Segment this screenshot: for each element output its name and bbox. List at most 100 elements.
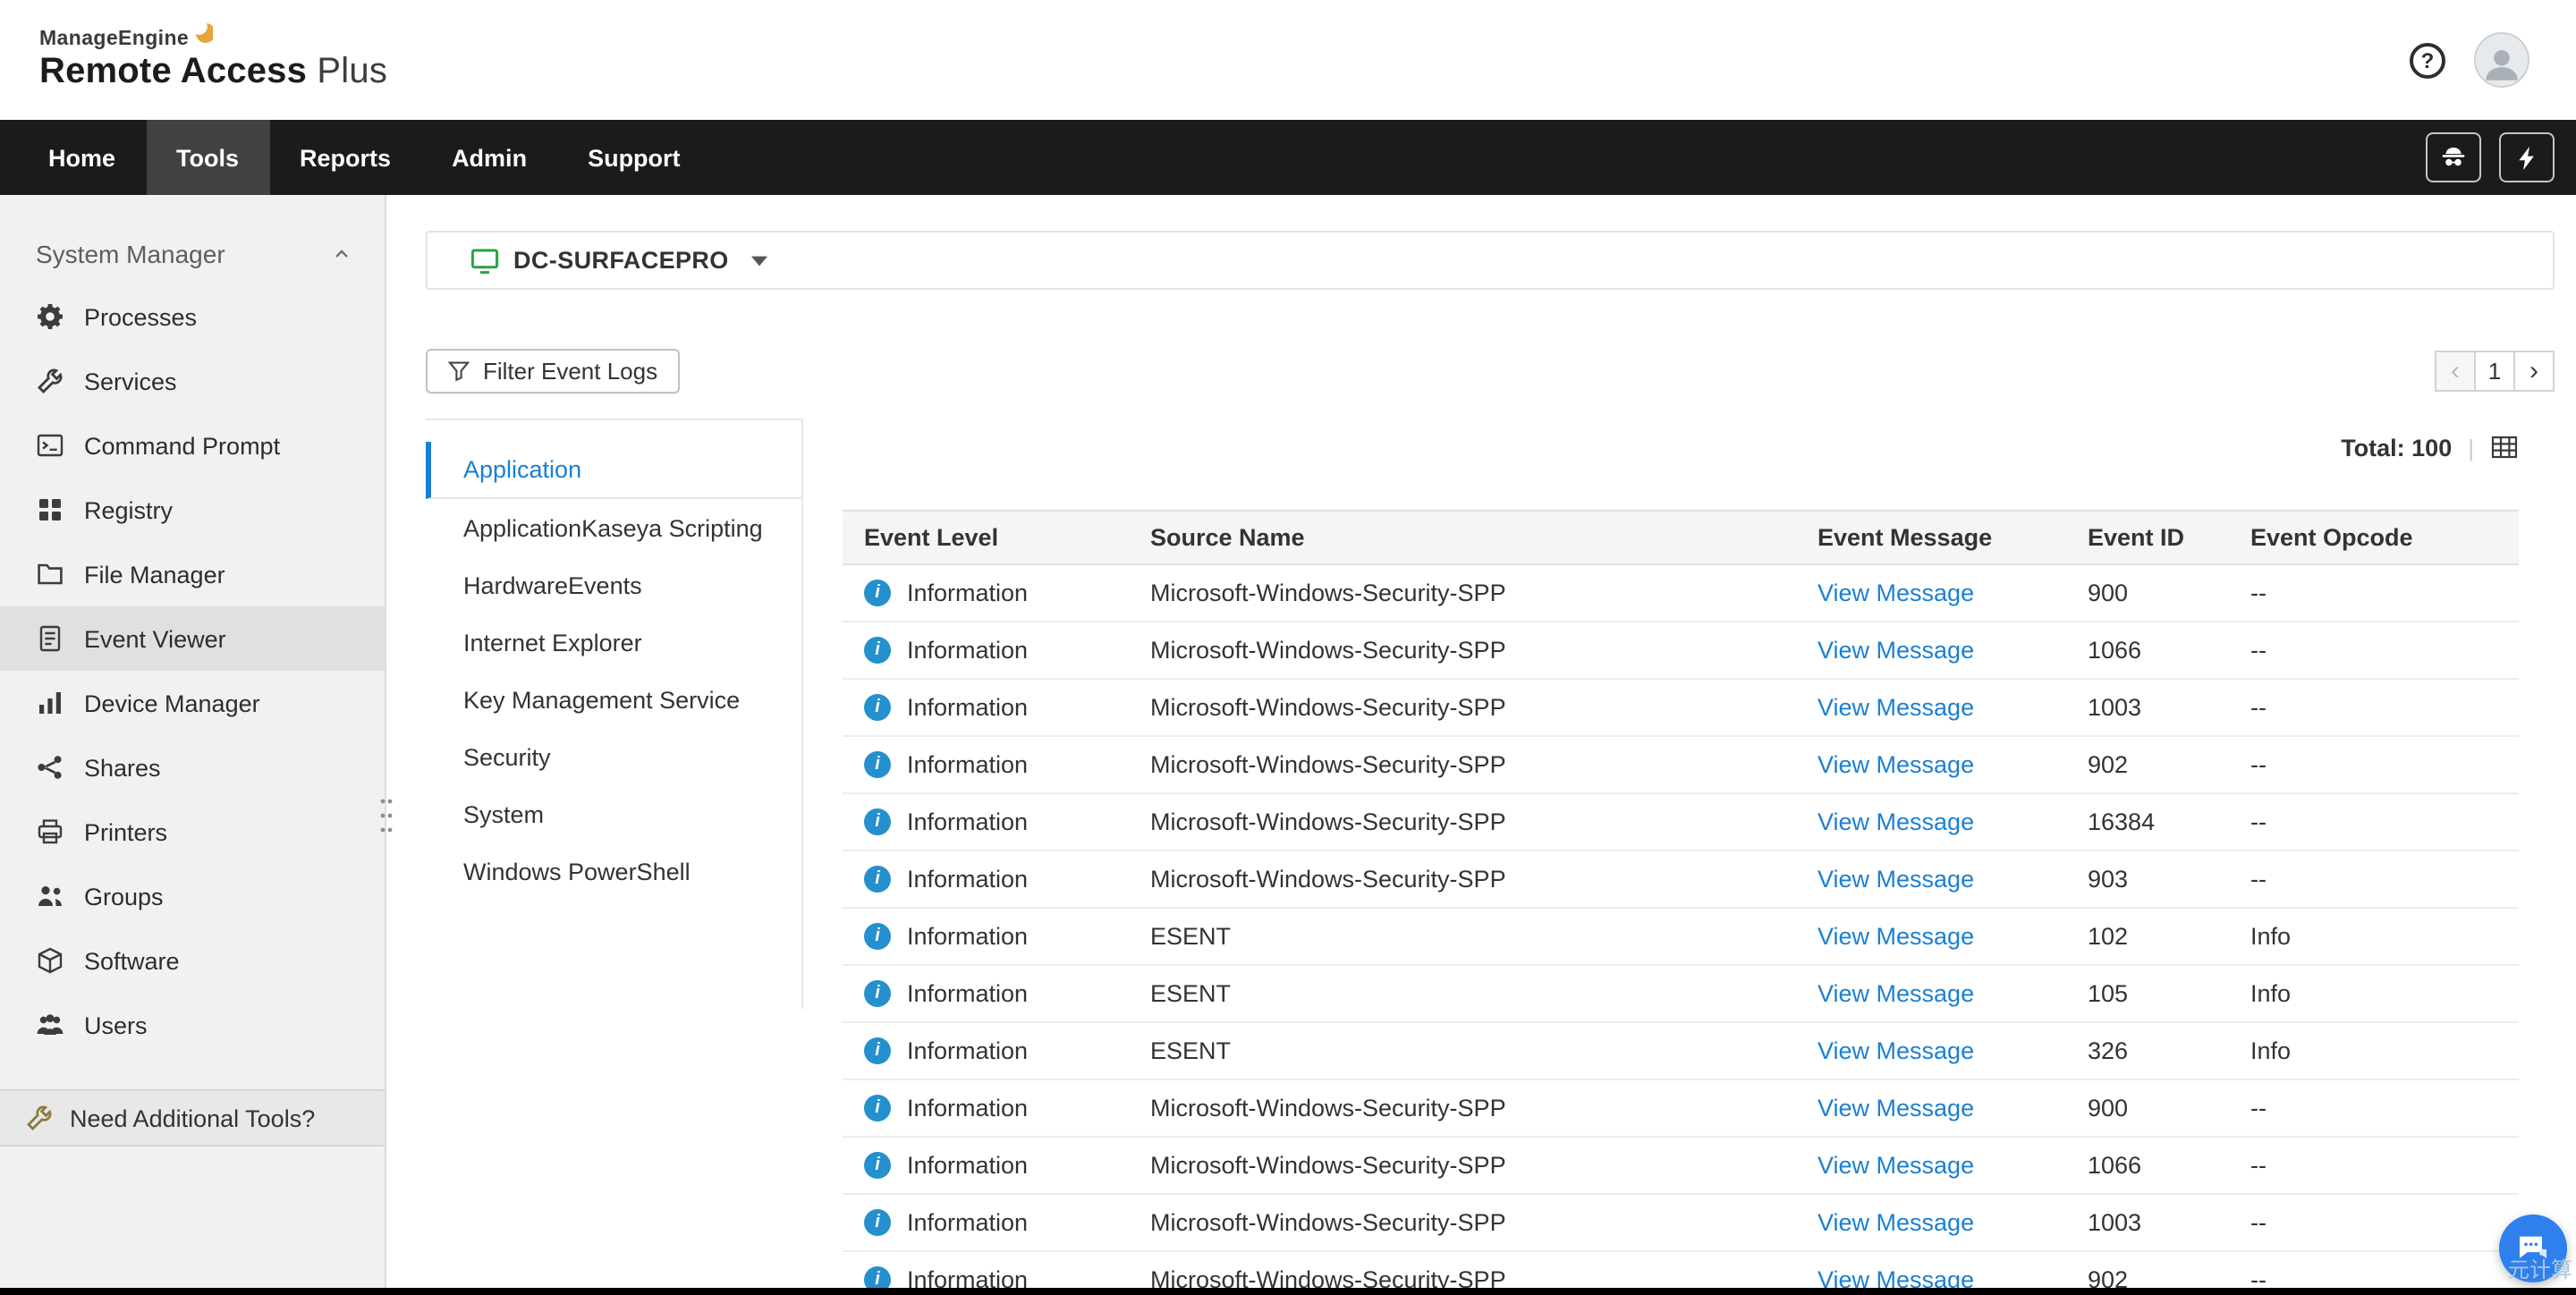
event-level: Information	[907, 923, 1028, 950]
event-opcode: --	[2229, 808, 2519, 835]
nav-item-support[interactable]: Support	[557, 120, 711, 195]
need-additional-tools-link[interactable]: Need Additional Tools?	[0, 1089, 385, 1147]
pagination: ‹ 1 ›	[2435, 351, 2555, 392]
current-page: 1	[2474, 351, 2515, 392]
table-row: i Information Microsoft-Windows-Security…	[843, 794, 2519, 851]
bars-icon	[36, 689, 64, 717]
view-message-link[interactable]: View Message	[1818, 1095, 1974, 1121]
event-id: 902	[2066, 751, 2229, 778]
bottom-edge	[0, 1288, 2576, 1295]
view-message-link[interactable]: View Message	[1818, 808, 1974, 835]
nav-item-tools[interactable]: Tools	[146, 120, 269, 195]
event-id: 903	[2066, 866, 2229, 893]
event-opcode: --	[2229, 866, 2519, 893]
sidebar-section-system-manager[interactable]: System Manager	[0, 224, 385, 284]
view-message-link[interactable]: View Message	[1818, 1037, 1974, 1064]
table-row: i Information Microsoft-Windows-Security…	[843, 565, 2519, 622]
product-title: Remote Access Plus	[39, 51, 387, 92]
view-message-link[interactable]: View Message	[1818, 1152, 1974, 1179]
event-id: 1066	[2066, 637, 2229, 664]
remote-control-icon-button[interactable]	[2426, 132, 2481, 182]
funnel-icon	[447, 360, 470, 383]
view-message-link[interactable]: View Message	[1818, 751, 1974, 778]
table-row: i Information Microsoft-Windows-Security…	[843, 851, 2519, 909]
sidebar-resize-handle[interactable]	[377, 792, 394, 839]
users-icon	[36, 1011, 64, 1039]
event-id: 16384	[2066, 808, 2229, 835]
source-name: ESENT	[1129, 923, 1796, 950]
sidebar-item-printers[interactable]: Printers	[0, 800, 385, 864]
category-item-security[interactable]: Security	[426, 728, 801, 785]
sidebar-item-groups[interactable]: Groups	[0, 864, 385, 928]
view-message-link[interactable]: View Message	[1818, 694, 1974, 721]
event-opcode: --	[2229, 751, 2519, 778]
next-page-button[interactable]: ›	[2513, 351, 2555, 392]
nav-item-home[interactable]: Home	[18, 120, 146, 195]
help-icon[interactable]: ?	[2410, 42, 2445, 78]
sidebar-item-device-manager[interactable]: Device Manager	[0, 671, 385, 735]
event-level: Information	[907, 808, 1028, 835]
column-header-source-name: Source Name	[1129, 524, 1796, 551]
event-level: Information	[907, 1037, 1028, 1064]
table-view-icon[interactable]	[2490, 433, 2519, 461]
sidebar-item-services[interactable]: Services	[0, 349, 385, 413]
category-item-hardwareevents[interactable]: HardwareEvents	[426, 556, 801, 614]
source-name: Microsoft-Windows-Security-SPP	[1129, 808, 1796, 835]
info-icon: i	[864, 694, 891, 721]
filter-event-logs-button[interactable]: Filter Event Logs	[426, 349, 679, 394]
category-item-key-management-service[interactable]: Key Management Service	[426, 671, 801, 728]
sidebar-item-users[interactable]: Users	[0, 993, 385, 1057]
sidebar-section-title: System Manager	[36, 240, 225, 268]
sidebar-item-software[interactable]: Software	[0, 928, 385, 993]
info-icon: i	[864, 866, 891, 893]
view-message-link[interactable]: View Message	[1818, 923, 1974, 950]
sidebar-item-file-manager[interactable]: File Manager	[0, 542, 385, 606]
live-chat-button[interactable]	[2499, 1215, 2567, 1282]
event-log-categories: ApplicationApplicationKaseya ScriptingHa…	[426, 419, 803, 1009]
info-icon: i	[864, 1095, 891, 1121]
view-message-link[interactable]: View Message	[1818, 580, 1974, 606]
view-message-link[interactable]: View Message	[1818, 980, 1974, 1007]
tools-wrench-icon	[25, 1104, 54, 1132]
nav-item-reports[interactable]: Reports	[269, 120, 421, 195]
eventlog-icon	[36, 624, 64, 653]
table-row: i Information Microsoft-Windows-Security…	[843, 1195, 2519, 1252]
package-icon	[36, 946, 64, 975]
device-selector[interactable]: DC-SURFACEPRO	[426, 231, 2555, 290]
top-header: ManageEngine Remote Access Plus ?	[0, 0, 2576, 120]
device-name: DC-SURFACEPRO	[513, 247, 729, 274]
table-row: i Information Microsoft-Windows-Security…	[843, 1138, 2519, 1195]
table-row: i Information ESENT View Message 326 Inf…	[843, 1023, 2519, 1080]
brand-logo[interactable]: ManageEngine Remote Access Plus	[39, 28, 387, 92]
sidebar-item-registry[interactable]: Registry	[0, 478, 385, 542]
category-item-internet-explorer[interactable]: Internet Explorer	[426, 614, 801, 671]
chat-bubble-icon	[2515, 1231, 2551, 1266]
nav-item-admin[interactable]: Admin	[421, 120, 557, 195]
category-item-system[interactable]: System	[426, 785, 801, 842]
source-name: Microsoft-Windows-Security-SPP	[1129, 1209, 1796, 1236]
view-message-link[interactable]: View Message	[1818, 1209, 1974, 1236]
quick-actions-icon-button[interactable]	[2499, 132, 2555, 182]
event-opcode: Info	[2229, 980, 2519, 1007]
filter-button-label: Filter Event Logs	[483, 358, 657, 385]
sidebar-item-command-prompt[interactable]: Command Prompt	[0, 413, 385, 478]
user-avatar[interactable]	[2474, 32, 2529, 88]
sidebar-item-shares[interactable]: Shares	[0, 735, 385, 800]
sidebar-item-event-viewer[interactable]: Event Viewer	[0, 606, 385, 671]
category-item-applicationkaseya-scripting[interactable]: ApplicationKaseya Scripting	[426, 499, 801, 556]
source-name: Microsoft-Windows-Security-SPP	[1129, 580, 1796, 606]
category-item-application[interactable]: Application	[426, 442, 801, 499]
event-opcode: --	[2229, 1152, 2519, 1179]
view-message-link[interactable]: View Message	[1818, 637, 1974, 664]
table-body: i Information Microsoft-Windows-Security…	[843, 565, 2519, 1295]
table-header: Event LevelSource NameEvent MessageEvent…	[843, 510, 2519, 565]
column-header-event-level: Event Level	[843, 524, 1129, 551]
category-item-windows-powershell[interactable]: Windows PowerShell	[426, 842, 801, 900]
sidebar-item-processes[interactable]: Processes	[0, 284, 385, 349]
event-id: 900	[2066, 1095, 2229, 1121]
prev-page-button[interactable]: ‹	[2435, 351, 2476, 392]
event-level: Information	[907, 980, 1028, 1007]
info-icon: i	[864, 980, 891, 1007]
view-message-link[interactable]: View Message	[1818, 866, 1974, 893]
source-name: ESENT	[1129, 980, 1796, 1007]
